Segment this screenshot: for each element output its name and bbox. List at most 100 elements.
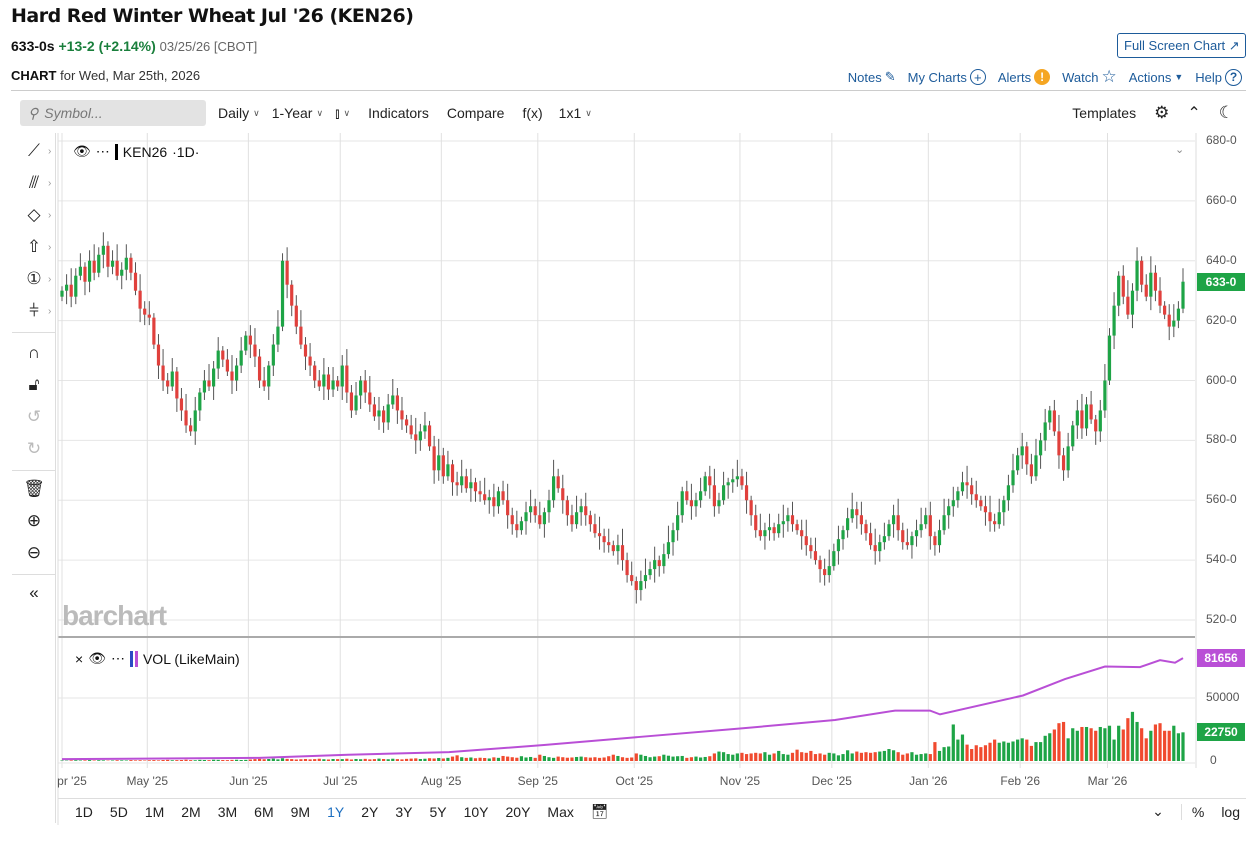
eye-icon[interactable]: 👁︎ — [88, 650, 106, 667]
volume-bar — [648, 757, 652, 761]
percent-toggle[interactable]: % — [1180, 803, 1204, 820]
candle-body — [993, 521, 997, 525]
range-9m[interactable]: 9M — [291, 804, 310, 820]
candle-body — [942, 515, 946, 531]
candle-body — [1089, 404, 1093, 420]
candle-body — [110, 260, 115, 267]
range-5y[interactable]: 5Y — [429, 804, 446, 820]
candle-body — [832, 551, 836, 567]
volume-bar — [1140, 728, 1144, 761]
volume-bar — [855, 751, 859, 761]
volume-bar — [970, 749, 974, 761]
candle-body — [786, 515, 790, 522]
volume-bar — [460, 757, 464, 761]
range-3m[interactable]: 3M — [218, 804, 237, 820]
volume-bar — [303, 758, 308, 761]
range-5d[interactable]: 5D — [110, 804, 128, 820]
volume-bar — [381, 758, 386, 761]
range-20y[interactable]: 20Y — [506, 804, 531, 820]
candle-body — [1011, 470, 1015, 486]
date-tick-label: Mar '26 — [1087, 774, 1128, 788]
candle-body — [239, 350, 243, 366]
candle-body — [855, 509, 859, 516]
log-toggle[interactable]: log — [1221, 804, 1240, 820]
volume-bar — [368, 759, 372, 761]
candle-body — [248, 335, 252, 345]
volume-bar — [1130, 711, 1135, 761]
volume-bar — [864, 752, 868, 761]
candle-body — [1061, 455, 1066, 471]
candle-body — [106, 245, 110, 267]
candle-body — [717, 500, 721, 507]
candle-body — [1107, 335, 1112, 381]
volume-bar — [1107, 725, 1112, 761]
volume-bar — [1066, 738, 1070, 761]
volume-bar — [184, 759, 188, 761]
volume-bar — [386, 759, 390, 761]
candle-body — [607, 542, 611, 546]
date-tick-label: pr '25 — [57, 774, 87, 788]
range-10y[interactable]: 10Y — [464, 804, 489, 820]
volume-bar — [749, 753, 753, 761]
volume-bar — [212, 759, 216, 761]
candle-body — [216, 350, 220, 369]
volume-bar — [483, 757, 487, 761]
candle-body — [556, 476, 560, 489]
candle-body — [501, 491, 505, 501]
volume-bar — [124, 760, 128, 761]
volume-bar — [271, 758, 275, 761]
candle-body — [818, 560, 822, 570]
candle-body — [377, 410, 381, 417]
candle-body — [212, 368, 216, 387]
volume-bar — [933, 742, 937, 761]
range-6m[interactable]: 6M — [254, 804, 273, 820]
candle-body — [340, 365, 344, 387]
calendar-icon[interactable]: 📅︎ — [591, 803, 609, 820]
double-chevron-down-icon[interactable]: ⌄ — [1152, 803, 1164, 820]
volume-bar — [1029, 745, 1033, 761]
candle-body — [143, 308, 147, 315]
volume-bar — [1020, 738, 1024, 761]
candle-body — [703, 476, 707, 492]
candle-body — [244, 335, 248, 351]
range-max[interactable]: Max — [547, 804, 573, 820]
volume-bar — [1048, 733, 1052, 761]
candle-body — [450, 464, 455, 483]
volume-bar — [611, 754, 615, 761]
candle-body — [170, 371, 174, 387]
candle-body — [1167, 314, 1171, 327]
candle-body — [754, 515, 758, 531]
candle-body — [735, 476, 739, 480]
candle-body — [648, 569, 652, 576]
range-1m[interactable]: 1M — [145, 804, 164, 820]
close-icon[interactable]: × — [75, 651, 83, 667]
volume-bar — [639, 754, 643, 761]
candle-body — [1172, 320, 1176, 327]
range-1d[interactable]: 1D — [75, 804, 93, 820]
volume-bar — [657, 756, 661, 761]
candle-body — [69, 284, 73, 297]
volume-label: VOL (LikeMain) — [142, 650, 240, 667]
range-2m[interactable]: 2M — [181, 804, 200, 820]
eye-icon[interactable]: 👁︎ — [73, 143, 91, 160]
chevron-down-icon[interactable]: ⌄ — [1175, 143, 1184, 156]
more-icon[interactable]: ⋯ — [111, 650, 125, 667]
volume-bar — [515, 757, 519, 761]
candle-body — [813, 551, 818, 561]
candle-body — [561, 488, 565, 501]
candle-body — [290, 284, 294, 306]
volume-bar — [1172, 725, 1176, 761]
candle-body — [441, 455, 445, 477]
more-icon[interactable]: ⋯ — [96, 143, 110, 160]
volume-bar — [262, 759, 266, 761]
price-chart[interactable] — [0, 0, 1254, 846]
candle-body — [988, 512, 992, 522]
range-1y[interactable]: 1Y — [327, 804, 344, 820]
candle-body — [455, 482, 459, 486]
candle-body — [804, 536, 808, 546]
range-3y[interactable]: 3Y — [395, 804, 412, 820]
candle-body — [262, 380, 266, 387]
range-2y[interactable]: 2Y — [361, 804, 378, 820]
candle-body — [666, 542, 671, 555]
volume-bar — [276, 759, 280, 761]
